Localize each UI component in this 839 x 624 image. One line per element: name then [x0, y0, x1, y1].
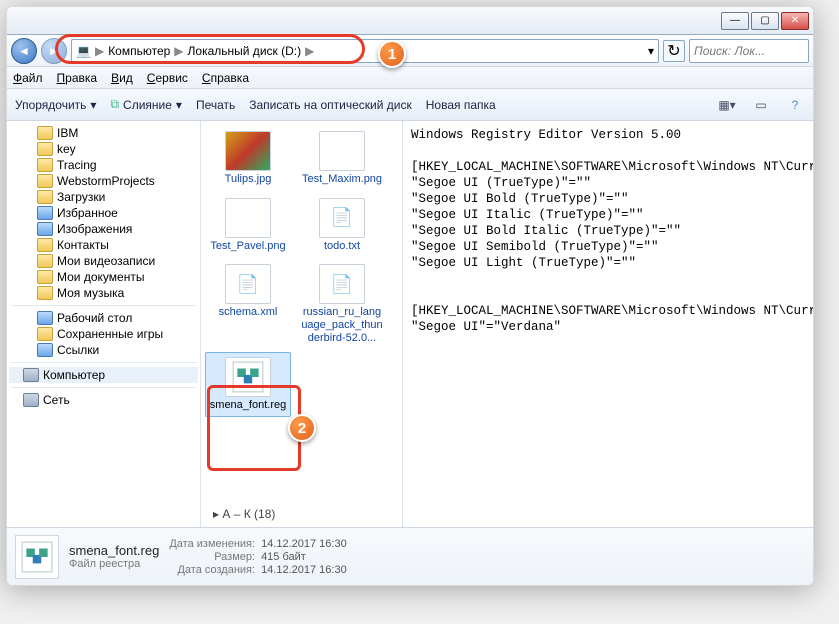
- folder-icon: [37, 190, 53, 204]
- tree-divider: [11, 387, 196, 388]
- tree-item[interactable]: Моя музыка: [9, 285, 198, 301]
- tree-item[interactable]: Tracing: [9, 157, 198, 173]
- merge-icon: ⧉: [110, 97, 119, 112]
- crumb-sep-icon: ▶: [172, 44, 185, 58]
- nav-tree[interactable]: IBM key Tracing WebstormProjects Загрузк…: [7, 121, 201, 527]
- tree-item[interactable]: Мои видеозаписи: [9, 253, 198, 269]
- folder-icon: [37, 286, 53, 300]
- forward-button[interactable]: ►: [41, 38, 67, 64]
- chevron-down-icon: ▾: [176, 98, 182, 112]
- text-file-icon: 📄: [319, 198, 365, 238]
- preview-pane-button[interactable]: ▭: [751, 95, 771, 115]
- tree-item[interactable]: key: [9, 141, 198, 157]
- menu-bar: Файл Правка Вид Сервис Справка: [7, 67, 813, 89]
- chevron-down-icon: ▾: [90, 98, 96, 112]
- menu-file[interactable]: Файл: [13, 71, 43, 85]
- details-metadata: Дата изменения:14.12.2017 16:30 Размер:4…: [169, 538, 346, 576]
- file-list[interactable]: Tulips.jpg Test_Maxim.png Test_Pavel.png…: [201, 121, 403, 527]
- tree-divider: [11, 362, 196, 363]
- address-dropdown-icon[interactable]: ▾: [648, 44, 654, 58]
- toolbar: Упорядочить ▾ ⧉ Слияние ▾ Печать Записат…: [7, 89, 813, 121]
- computer-icon: [23, 368, 39, 382]
- folder-icon: [37, 158, 53, 172]
- file-item[interactable]: Tulips.jpg: [205, 127, 291, 190]
- folder-icon: [37, 238, 53, 252]
- tree-item[interactable]: Контакты: [9, 237, 198, 253]
- titlebar[interactable]: — ▢ ✕: [7, 7, 813, 35]
- address-bar[interactable]: 💻 ▶ Компьютер ▶ Локальный диск (D:) ▶ ▾: [71, 39, 659, 63]
- menu-help[interactable]: Справка: [202, 71, 249, 85]
- file-item[interactable]: 📄schema.xml: [205, 260, 291, 348]
- folder-icon: [37, 254, 53, 268]
- tree-item[interactable]: WebstormProjects: [9, 173, 198, 189]
- file-icon: 📄: [319, 264, 365, 304]
- tree-item[interactable]: Сохраненные игры: [9, 326, 198, 342]
- network-icon: [23, 393, 39, 407]
- tree-item[interactable]: Изображения: [9, 221, 198, 237]
- nav-bar: ◄ ► 💻 ▶ Компьютер ▶ Локальный диск (D:) …: [7, 35, 813, 67]
- folder-icon: [37, 343, 53, 357]
- reg-file-icon: [225, 357, 271, 397]
- print-button[interactable]: Печать: [196, 98, 235, 112]
- crumb-computer[interactable]: Компьютер: [108, 44, 170, 58]
- details-file-icon: [15, 535, 59, 579]
- folder-icon: [37, 270, 53, 284]
- tree-item[interactable]: IBM: [9, 125, 198, 141]
- folder-icon: [37, 206, 53, 220]
- folder-icon: [37, 222, 53, 236]
- tree-network[interactable]: Сеть: [9, 392, 198, 408]
- preview-pane: Windows Registry Editor Version 5.00 [HK…: [403, 121, 813, 527]
- image-thumb-icon: [319, 131, 365, 171]
- folder-icon: [37, 142, 53, 156]
- tree-item[interactable]: Ссылки: [9, 342, 198, 358]
- search-input[interactable]: Поиск: Лок...: [689, 39, 809, 63]
- file-item[interactable]: 📄todo.txt: [299, 194, 385, 257]
- tree-computer[interactable]: Компьютер: [9, 367, 198, 383]
- folder-icon: [37, 311, 53, 325]
- file-item[interactable]: Test_Maxim.png: [299, 127, 385, 190]
- menu-view[interactable]: Вид: [111, 71, 133, 85]
- crumb-sep-icon: ▶: [303, 44, 316, 58]
- folder-icon: [37, 327, 53, 341]
- file-item-selected[interactable]: smena_font.reg: [205, 352, 291, 417]
- details-filetype: Файл реестра: [69, 558, 159, 570]
- details-filename: smena_font.reg: [69, 543, 159, 558]
- details-pane: smena_font.reg Файл реестра Дата изменен…: [7, 527, 813, 585]
- help-button[interactable]: ?: [785, 95, 805, 115]
- organize-button[interactable]: Упорядочить ▾: [15, 98, 96, 112]
- tree-divider: [11, 305, 196, 306]
- file-group-header[interactable]: ▸ А – К (18): [205, 505, 283, 523]
- folder-icon: [37, 126, 53, 140]
- tree-item[interactable]: Мои документы: [9, 269, 198, 285]
- tree-item[interactable]: Загрузки: [9, 189, 198, 205]
- file-item[interactable]: 📄russian_ru_language_pack_thunderbird-52…: [299, 260, 385, 348]
- content-area: IBM key Tracing WebstormProjects Загрузк…: [7, 121, 813, 527]
- new-folder-button[interactable]: Новая папка: [426, 98, 496, 112]
- expand-arrow-icon: ▸: [213, 507, 219, 521]
- annotation-badge-1: 1: [378, 40, 406, 68]
- back-button[interactable]: ◄: [11, 38, 37, 64]
- annotation-badge-2: 2: [288, 414, 316, 442]
- image-thumb-icon: [225, 131, 271, 171]
- menu-edit[interactable]: Правка: [57, 71, 98, 85]
- minimize-button[interactable]: —: [721, 12, 749, 30]
- close-button[interactable]: ✕: [781, 12, 809, 30]
- maximize-button[interactable]: ▢: [751, 12, 779, 30]
- tree-item[interactable]: Рабочий стол: [9, 310, 198, 326]
- xml-file-icon: 📄: [225, 264, 271, 304]
- computer-icon: 💻: [76, 44, 91, 58]
- explorer-window: — ▢ ✕ ◄ ► 💻 ▶ Компьютер ▶ Локальный диск…: [6, 6, 814, 586]
- refresh-button[interactable]: ↻: [663, 40, 685, 62]
- crumb-sep-icon: ▶: [93, 44, 106, 58]
- view-options-button[interactable]: ▦ ▾: [717, 95, 737, 115]
- burn-button[interactable]: Записать на оптический диск: [249, 98, 412, 112]
- image-thumb-icon: [225, 198, 271, 238]
- folder-icon: [37, 174, 53, 188]
- merge-button[interactable]: ⧉ Слияние ▾: [110, 97, 181, 112]
- file-item[interactable]: Test_Pavel.png: [205, 194, 291, 257]
- tree-item[interactable]: Избранное: [9, 205, 198, 221]
- crumb-drive-d[interactable]: Локальный диск (D:): [188, 44, 302, 58]
- menu-tools[interactable]: Сервис: [147, 71, 188, 85]
